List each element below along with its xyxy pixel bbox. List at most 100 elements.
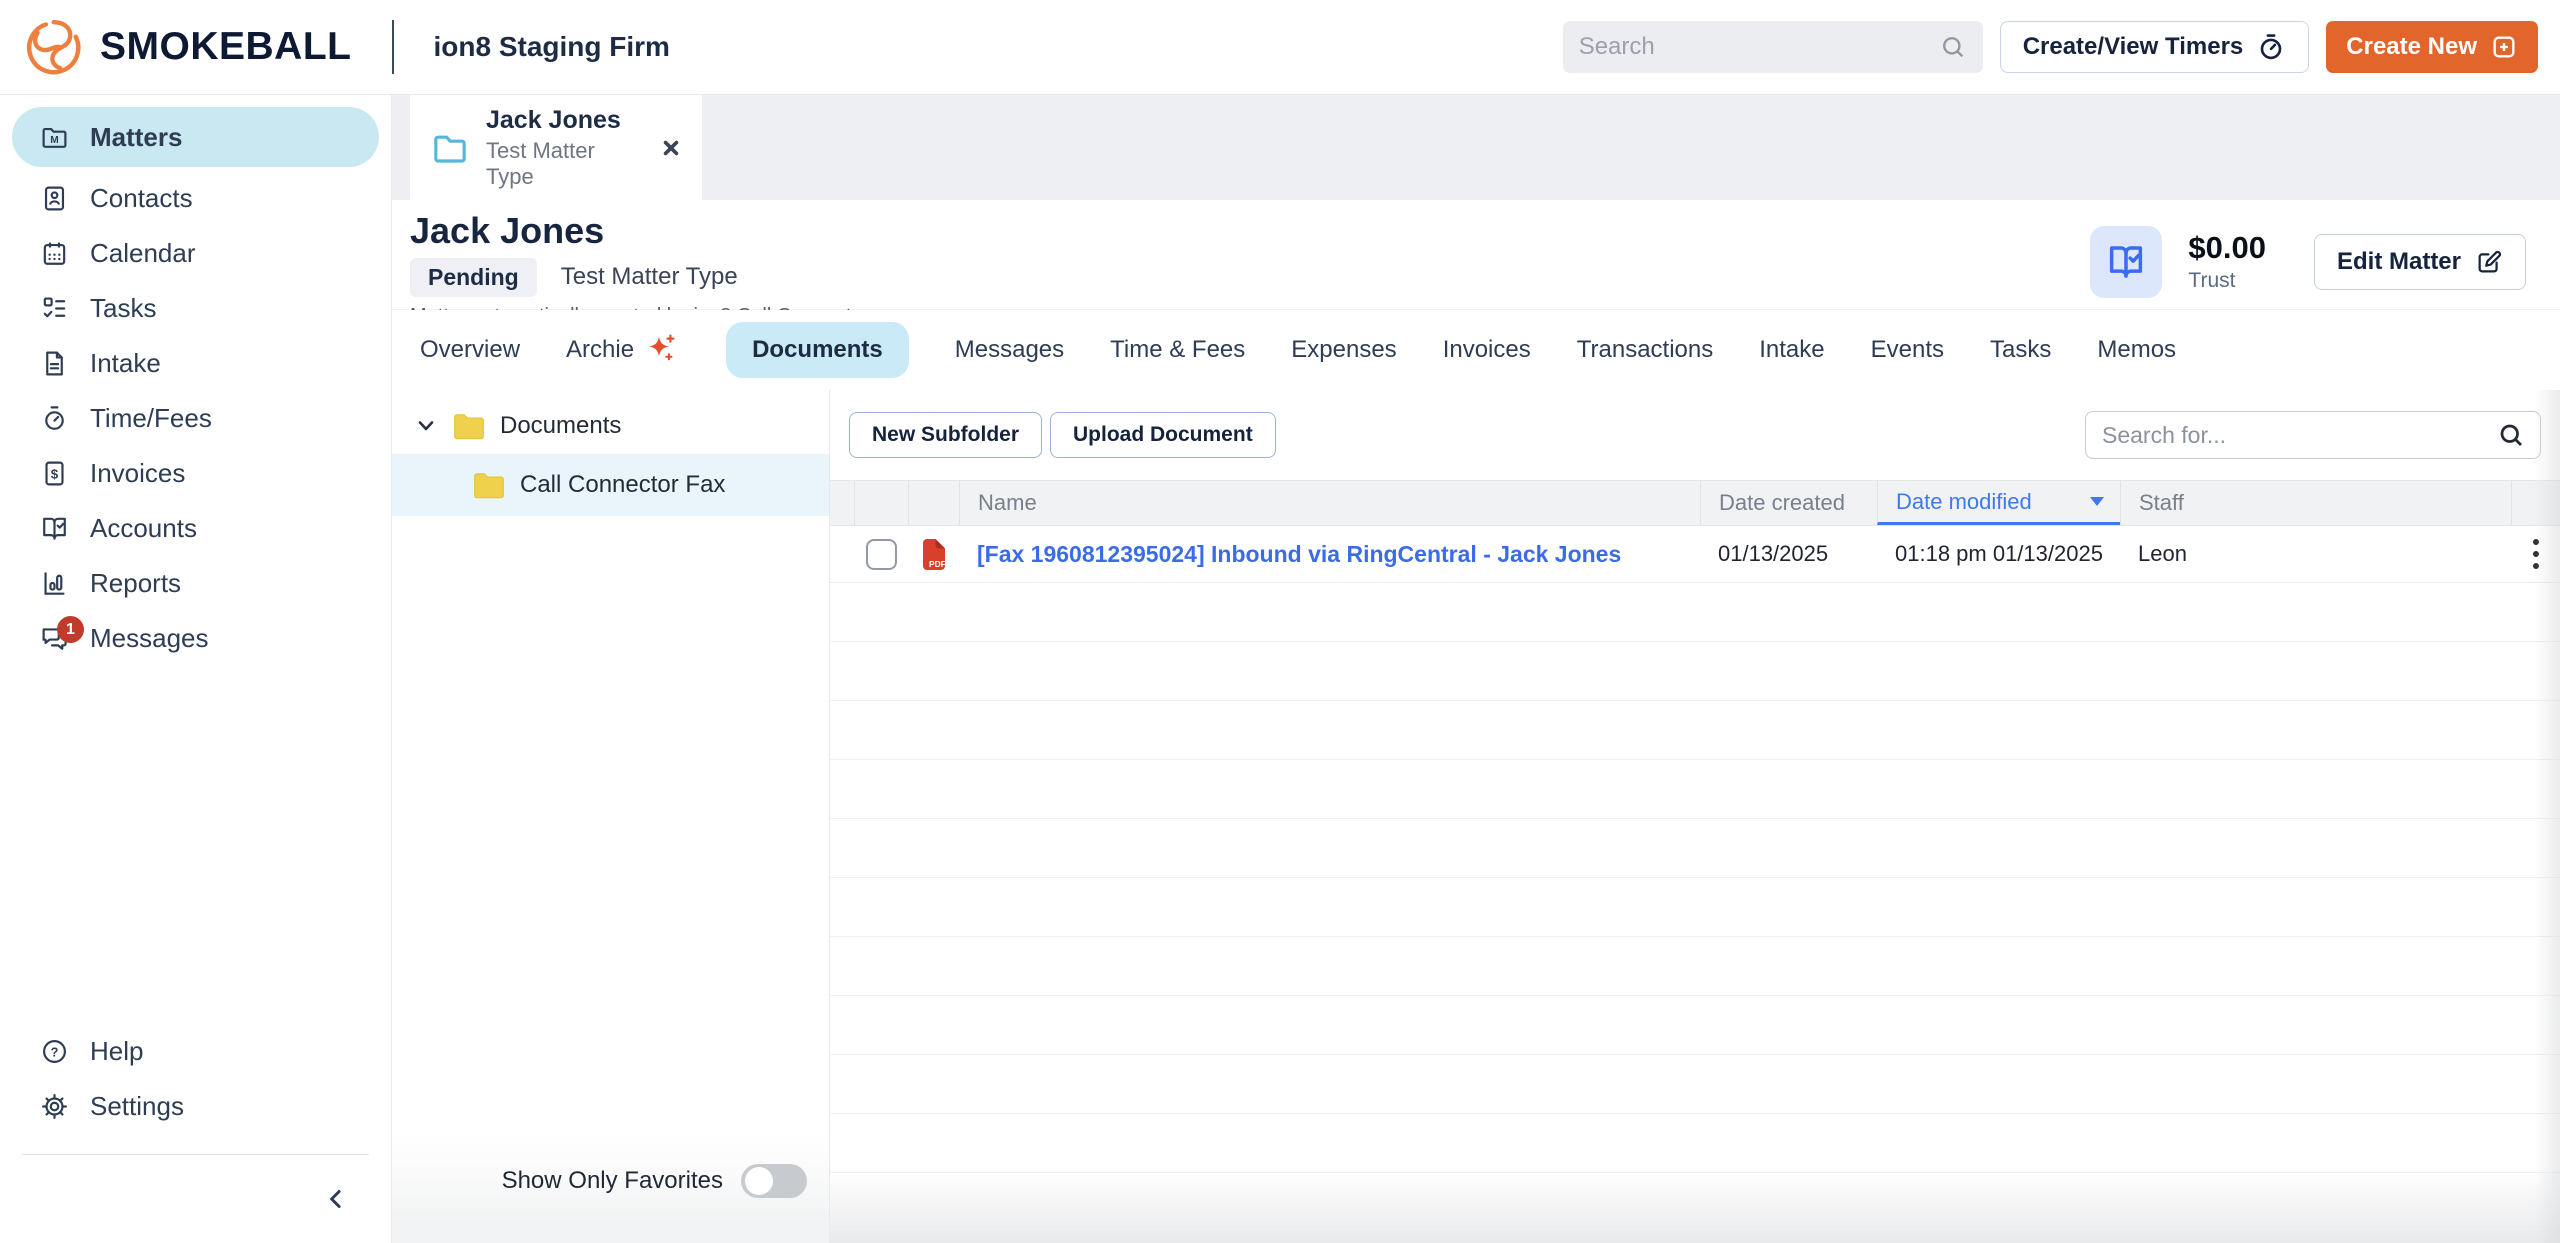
documents-workspace: Documents Call Connector Fax Show Only F… [392,390,2560,1243]
matter-tab-subtitle: Test Matter Type [486,138,642,190]
matter-tab[interactable]: Jack Jones Test Matter Type [410,95,702,200]
sidebar-item-matters[interactable]: M Matters [12,107,379,167]
empty-table-row [830,1055,2560,1114]
matter-tabstrip: Jack Jones Test Matter Type [392,95,2560,200]
bar-chart-icon [40,569,69,598]
document-name-link[interactable]: [Fax 1960812395024] Inbound via RingCent… [977,541,1621,568]
empty-table-row [830,996,2560,1055]
tab-events[interactable]: Events [1871,336,1944,364]
empty-table-row [830,583,2560,642]
sidebar-item-accounts[interactable]: Accounts [0,501,391,556]
matter-folder-icon [430,128,470,168]
documents-search[interactable] [2085,411,2541,459]
tree-item-call-connector-fax[interactable]: Call Connector Fax [392,454,829,516]
matter-title: Jack Jones [410,212,2090,250]
row-checkbox[interactable] [866,539,897,570]
header-date-created[interactable]: Date created [1700,481,1877,525]
help-circle-icon: ? [40,1037,69,1066]
tab-messages[interactable]: Messages [955,336,1064,364]
sidebar-item-label: Matters [90,122,182,153]
trust-account-icon[interactable] [2090,226,2162,298]
sidebar-item-messages[interactable]: 1 Messages [0,611,391,666]
sparkle-icon [644,332,680,368]
sidebar-item-label: Tasks [90,293,156,324]
matter-type: Test Matter Type [561,263,738,291]
plus-square-icon [2490,33,2518,61]
tab-archie[interactable]: Archie [566,332,680,368]
edit-matter-button[interactable]: Edit Matter [2314,234,2526,290]
edit-pencil-icon [2475,248,2503,276]
topbar: SMOKEBALL ion8 Staging Firm Create/View … [0,0,2560,95]
row-actions-kebab-icon[interactable] [2527,533,2545,575]
documents-search-input[interactable] [2102,422,2496,449]
tab-intake[interactable]: Intake [1759,336,1824,364]
tab-expenses[interactable]: Expenses [1291,336,1396,364]
sidebar-item-label: Accounts [90,513,197,544]
calendar-icon [40,239,69,268]
app-window: SMOKEBALL ion8 Staging Firm Create/View … [0,0,2560,1243]
brand: SMOKEBALL [24,16,352,78]
search-icon [2496,420,2526,450]
chevron-down-icon[interactable] [414,414,438,438]
tab-time-fees[interactable]: Time & Fees [1110,336,1245,364]
brand-name: SMOKEBALL [100,25,352,69]
sidebar-item-time-fees[interactable]: Time/Fees [0,391,391,446]
header-filetype-column [908,481,959,525]
sidebar-item-help[interactable]: ? Help [0,1024,391,1079]
topbar-actions: Create/View Timers Create New [1563,21,2538,73]
tab-transactions[interactable]: Transactions [1577,336,1714,364]
empty-table-row [830,878,2560,937]
table-header: Name Date created Date modified Staff [830,480,2560,526]
global-search[interactable] [1563,21,1983,73]
documents-toolbar: New Subfolder Upload Document [830,390,2560,480]
sidebar-item-label: Calendar [90,238,196,269]
folder-icon [472,470,506,500]
header-spacer [830,481,854,525]
sidebar-item-invoices[interactable]: $ Invoices [0,446,391,501]
sidebar-item-label: Contacts [90,183,193,214]
sidebar-footer: ? Help Settings [0,1024,391,1243]
matter-tab-title: Jack Jones [486,106,642,135]
sidebar-item-reports[interactable]: Reports [0,556,391,611]
svg-text:?: ? [51,1045,59,1059]
pdf-file-icon: PDF [908,538,959,571]
table-row[interactable]: PDF [Fax 1960812395024] Inbound via Ring… [830,526,2560,583]
global-search-input[interactable] [1579,33,1939,61]
empty-table-row [830,642,2560,701]
invoice-dollar-icon: $ [40,459,69,488]
empty-table-row [830,1114,2560,1173]
sidebar-item-label: Reports [90,568,181,599]
create-new-button[interactable]: Create New [2326,21,2538,73]
stopwatch-icon [40,404,69,433]
sidebar-item-intake[interactable]: Intake [0,336,391,391]
topbar-divider [392,20,394,74]
sidebar-item-settings[interactable]: Settings [0,1079,391,1134]
header-staff[interactable]: Staff [2120,481,2511,525]
tree-item-documents[interactable]: Documents [392,398,829,454]
header-date-modified[interactable]: Date modified [1877,481,2120,525]
tab-memos[interactable]: Memos [2097,336,2176,364]
edit-matter-label: Edit Matter [2337,248,2461,276]
smokeball-logo-icon [24,16,86,78]
sidebar-item-label: Invoices [90,458,185,489]
tab-documents[interactable]: Documents [726,322,909,378]
document-icon [40,349,69,378]
collapse-sidebar-chevron-icon[interactable] [321,1184,351,1214]
sidebar-item-contacts[interactable]: Contacts [0,171,391,226]
empty-table-row [830,1173,2560,1232]
sidebar-item-tasks[interactable]: Tasks [0,281,391,336]
tab-overview[interactable]: Overview [420,336,520,364]
trust-label: Trust [2188,269,2266,293]
timers-button-label: Create/View Timers [2023,33,2244,61]
firm-name: ion8 Staging Firm [434,31,670,63]
create-view-timers-button[interactable]: Create/View Timers [2000,21,2310,73]
cell-date-modified: 01:18 pm 01/13/2025 [1877,541,2120,567]
new-subfolder-button[interactable]: New Subfolder [849,412,1042,458]
header-name[interactable]: Name [959,481,1700,525]
tab-tasks[interactable]: Tasks [1990,336,2051,364]
favorites-toggle[interactable] [741,1164,807,1198]
close-tab-icon[interactable] [658,135,684,161]
tab-invoices[interactable]: Invoices [1443,336,1531,364]
sidebar-item-calendar[interactable]: Calendar [0,226,391,281]
upload-document-button[interactable]: Upload Document [1050,412,1276,458]
